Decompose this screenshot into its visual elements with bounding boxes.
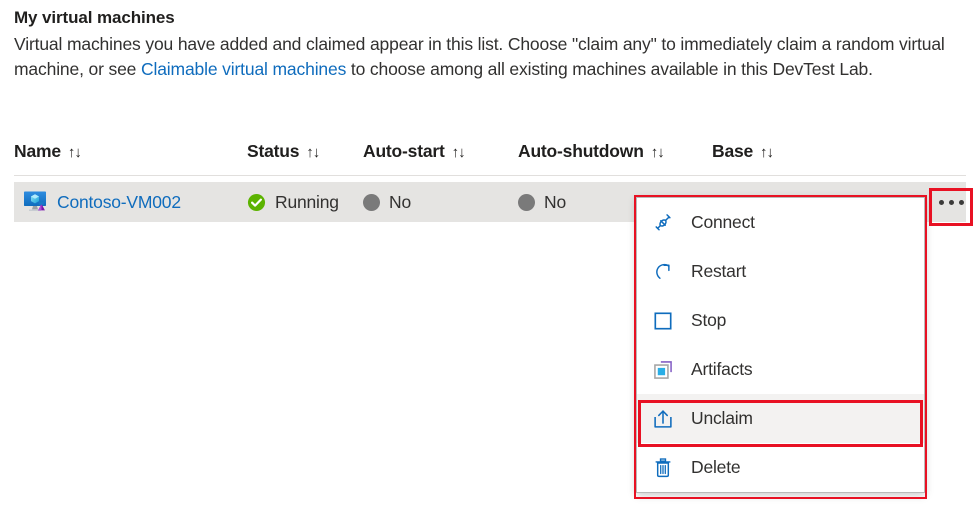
green-check-circle-icon — [247, 193, 266, 212]
ellipsis-dot-icon — [938, 199, 944, 205]
column-header-name-label: Name — [14, 141, 61, 161]
more-actions-button[interactable] — [932, 185, 970, 219]
column-header-name[interactable]: Name ↑↓ — [14, 141, 82, 162]
menu-item-label: Artifacts — [691, 359, 753, 379]
sort-arrows-icon[interactable]: ↑↓ — [452, 145, 466, 160]
menu-item-stop[interactable]: Stop — [637, 296, 924, 345]
auto-start-label: No — [389, 191, 411, 212]
menu-item-connect[interactable]: Connect — [637, 198, 924, 247]
menu-item-label: Connect — [691, 212, 755, 232]
table-header-row: Name ↑↓ Status ↑↓ Auto-start ↑↓ Auto-shu… — [14, 138, 966, 176]
my-virtual-machines-page: My virtual machines Virtual machines you… — [0, 0, 980, 513]
intro-text-part2: to choose among all existing machines av… — [346, 59, 873, 79]
cell-auto-shutdown: No — [518, 182, 566, 222]
column-header-auto-start-label: Auto-start — [363, 141, 445, 161]
menu-item-label: Restart — [691, 261, 747, 281]
column-header-auto-start[interactable]: Auto-start ↑↓ — [363, 141, 466, 162]
column-header-status-label: Status — [247, 141, 300, 161]
sort-arrows-icon[interactable]: ↑↓ — [760, 145, 774, 160]
sort-arrows-icon[interactable]: ↑↓ — [68, 145, 82, 160]
ellipsis-dot-icon — [958, 199, 964, 205]
gray-dot-icon — [363, 193, 380, 211]
menu-item-unclaim[interactable]: Unclaim — [637, 394, 924, 443]
column-header-base[interactable]: Base ↑↓ — [712, 141, 774, 162]
gray-dot-icon — [518, 193, 535, 211]
cell-name: Contoso-VM002 — [22, 182, 181, 222]
sort-arrows-icon[interactable]: ↑↓ — [306, 145, 320, 160]
page-title: My virtual machines — [14, 8, 175, 27]
vm-context-menu[interactable]: Connect Restart Stop Artifacts Unclaim D… — [636, 197, 925, 493]
column-header-auto-shutdown-label: Auto-shutdown — [518, 141, 644, 161]
trash-delete-icon — [651, 456, 675, 480]
column-header-auto-shutdown[interactable]: Auto-shutdown ↑↓ — [518, 141, 665, 162]
plug-connect-icon — [651, 211, 675, 235]
vm-name-link[interactable]: Contoso-VM002 — [57, 192, 181, 213]
menu-item-artifacts[interactable]: Artifacts — [637, 345, 924, 394]
cell-status: Running — [247, 182, 339, 222]
artifacts-squares-icon — [651, 358, 675, 382]
virtual-machines-table: Name ↑↓ Status ↑↓ Auto-start ↑↓ Auto-shu… — [0, 138, 980, 222]
claimable-virtual-machines-link[interactable]: Claimable virtual machines — [141, 59, 346, 79]
menu-item-label: Delete — [691, 457, 741, 477]
menu-item-label: Unclaim — [691, 408, 753, 428]
auto-shutdown-label: No — [544, 191, 566, 212]
sort-arrows-icon[interactable]: ↑↓ — [651, 145, 665, 160]
menu-item-label: Stop — [691, 310, 727, 330]
cell-auto-start: No — [363, 182, 411, 222]
ellipsis-dot-icon — [948, 199, 954, 205]
intro-paragraph: Virtual machines you have added and clai… — [14, 32, 964, 82]
column-header-status[interactable]: Status ↑↓ — [247, 141, 320, 162]
menu-item-restart[interactable]: Restart — [637, 247, 924, 296]
column-header-base-label: Base — [712, 141, 754, 161]
restart-arrow-icon — [651, 260, 675, 284]
stop-square-icon — [651, 309, 675, 333]
unclaim-upload-icon — [651, 407, 675, 431]
menu-item-delete[interactable]: Delete — [637, 443, 924, 492]
virtual-machine-icon — [22, 190, 48, 214]
status-label: Running — [275, 191, 339, 212]
